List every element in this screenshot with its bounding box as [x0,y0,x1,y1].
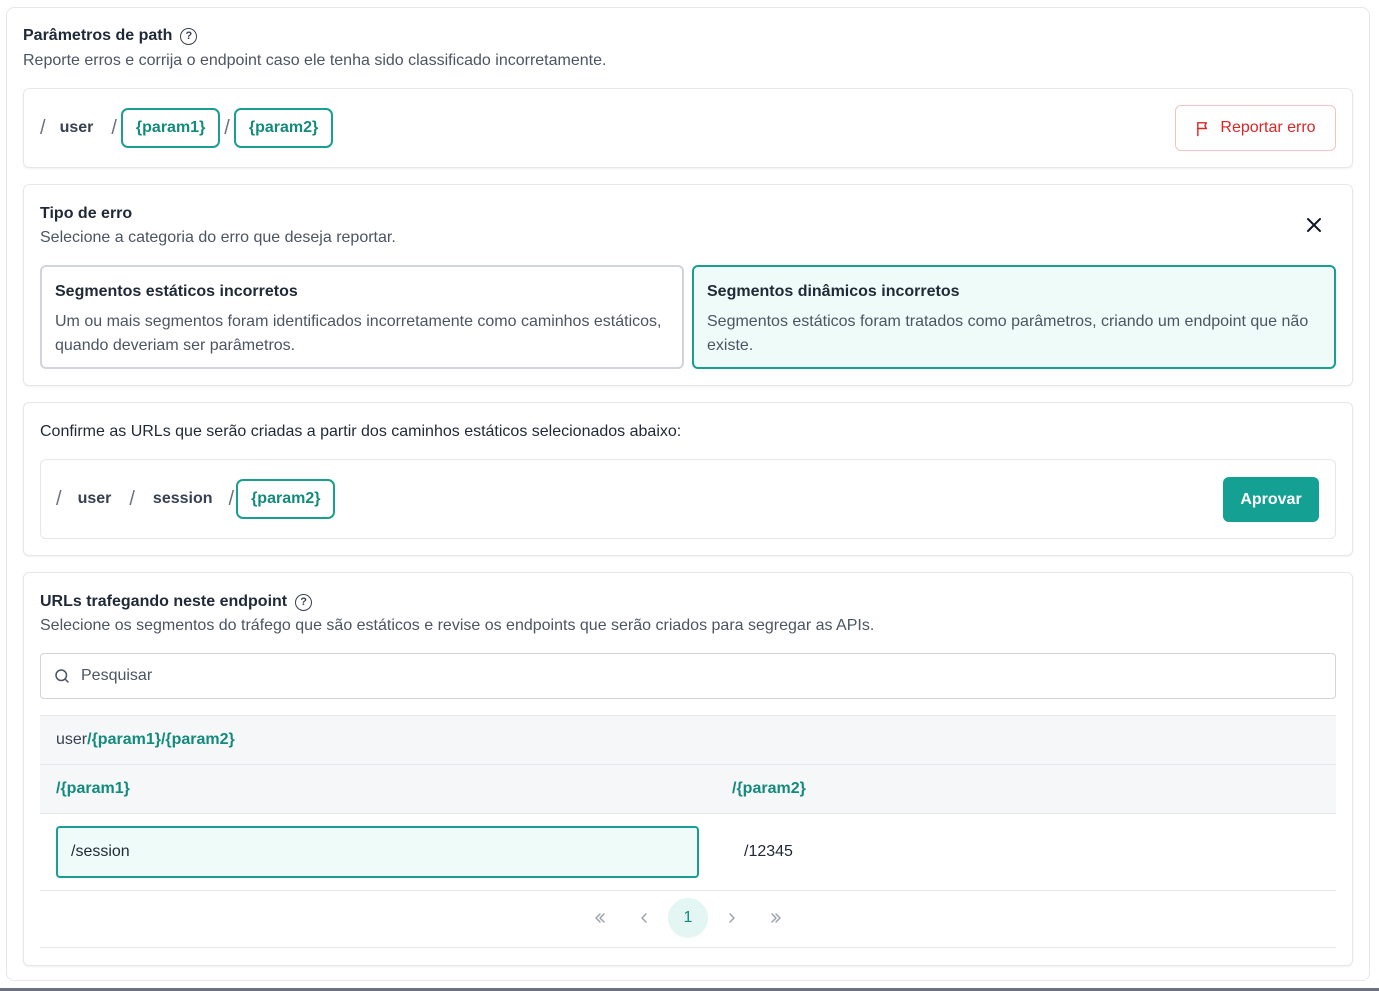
confirm-text: Confirme as URLs que serão criadas a par… [40,423,682,440]
first-page-button[interactable] [588,898,612,938]
path-slash: / [111,116,117,139]
search-field[interactable] [40,653,1336,699]
path-breadcrumb: / user / {param1} / {param2} [32,108,334,148]
confirm-segment-user: user [77,490,112,507]
flag-icon [1197,121,1208,136]
last-page-button[interactable] [764,898,788,938]
confirm-param2-chip: {param2} [236,479,336,519]
confirm-segment-session: session [152,490,213,507]
confirm-path-breadcrumb: / user / session / {param2} [48,479,336,519]
chevrons-right-icon [771,913,781,923]
help-icon[interactable]: ? [180,27,198,45]
traffic-subtitle: Selecione os segmentos do tráfego que sã… [40,617,875,634]
path-slash: / [56,487,62,510]
table-header-row [40,765,1336,813]
path-segment-user[interactable]: user [60,119,94,137]
approve-button[interactable]: Aprovar [1223,477,1319,522]
path-slash: / [224,116,230,139]
traffic-title: URLs trafegando neste endpoint [40,593,288,610]
group-static: user [56,731,88,748]
table-cell-param2[interactable]: /12345 [744,843,793,861]
page-number-current[interactable]: 1 [668,898,708,938]
path-param2-chip[interactable]: {param2} [233,108,334,148]
page-title: Parâmetros de path [23,27,173,44]
option-title: Segmentos estáticos incorretos [55,283,298,300]
help-icon[interactable]: ? [295,593,313,611]
column-header-param2: /{param2} [732,780,806,797]
next-page-button[interactable] [722,898,742,938]
path-param1-chip[interactable]: {param1} [120,108,221,148]
path-slash: / [40,116,46,139]
prev-page-button[interactable] [634,898,654,938]
page-subtitle: Reporte erros e corrija o endpoint caso … [23,52,607,69]
search-input[interactable] [81,667,1281,685]
path-slash: / [228,487,235,510]
table-cell-param1[interactable]: /session [56,826,699,878]
group-params: /{param1}/{param2} [87,731,235,748]
report-error-label: Reportar erro [1220,119,1316,136]
close-icon[interactable] [1304,215,1324,235]
chevron-right-icon [729,913,735,923]
endpoint-group-label: user/{param1}/{param2} [56,731,235,749]
error-type-title: Tipo de erro [40,205,133,222]
pagination: 1 [0,898,1379,940]
option-dynamic-incorrect[interactable]: Segmentos dinâmicos incorretos Segmentos… [692,265,1336,369]
option-description: Um ou mais segmentos foram identificados… [55,313,662,354]
option-title: Segmentos dinâmicos incorretos [707,283,960,300]
divider [40,947,1336,948]
divider [40,890,1336,891]
search-icon [55,669,69,683]
option-description: Segmentos estáticos foram tratados como … [707,313,1309,354]
report-error-button[interactable]: Reportar erro [1175,105,1336,151]
chevron-left-icon [641,913,647,923]
path-slash: / [129,487,135,510]
column-header-param1: /{param1} [56,780,130,797]
traffic-header: URLs trafegando neste endpoint ? [40,593,313,611]
error-type-subtitle: Selecione a categoria do erro que deseja… [40,229,396,246]
section-header: Parâmetros de path ? [23,27,198,45]
chevrons-left-icon [595,913,605,923]
divider [40,813,1336,814]
option-static-incorrect[interactable]: Segmentos estáticos incorretos Um ou mai… [40,265,684,369]
